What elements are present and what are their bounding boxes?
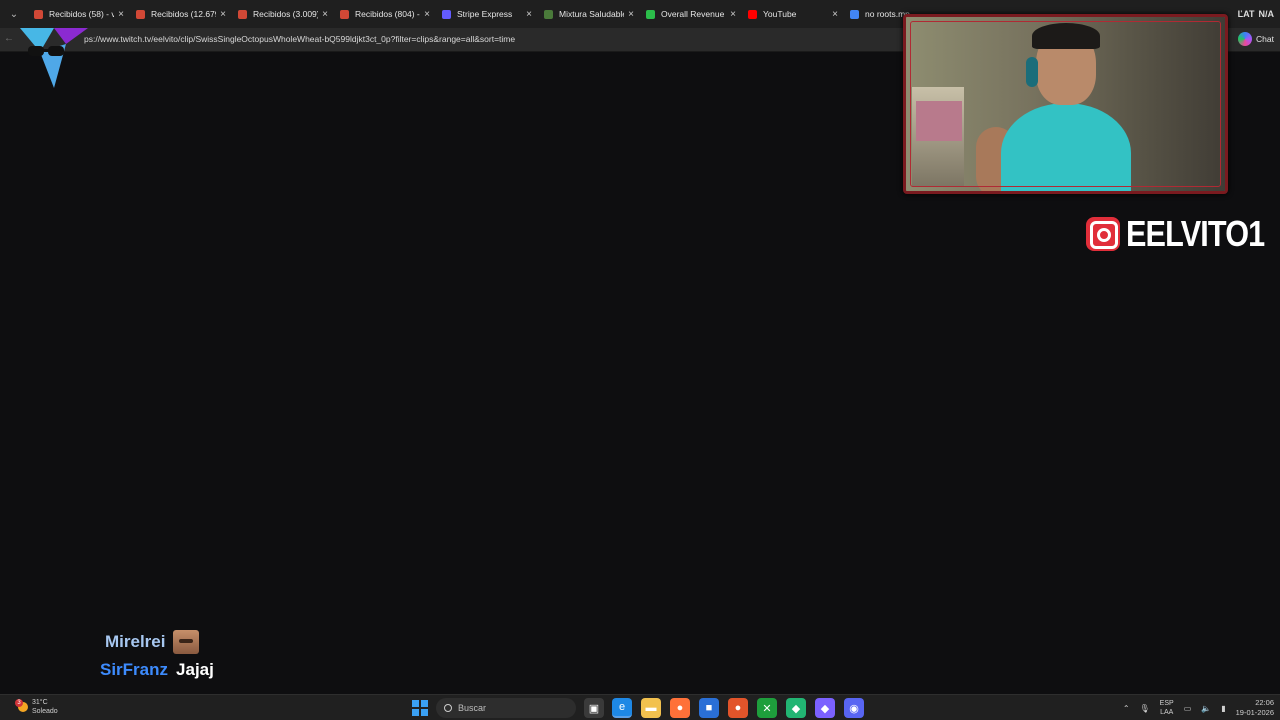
- webcam-poster: [916, 101, 962, 141]
- search-icon: [444, 704, 452, 712]
- pinned-apps: e ▬ ● ■ ● ✕ ◆ ◆ ◉: [612, 698, 864, 718]
- screen: ⌄ Recibidos (58) - vi × Recibidos (12.679 ×…: [0, 0, 1280, 720]
- extension-label-a[interactable]: ĽAT: [1238, 9, 1255, 19]
- chat-line: SirFranz Jajaj: [100, 656, 214, 684]
- browser-tab[interactable]: Mixtura Saludable ×: [538, 0, 640, 28]
- youtube-icon: [748, 9, 757, 19]
- taskbar-center: Buscar ▣ e ▬ ● ■ ● ✕ ◆ ◆ ◉: [412, 697, 864, 719]
- system-tray: ⌃ 🎙 ESP LAA ▭ 🔈 ▮ 22:06 19-01-2026: [1123, 697, 1274, 719]
- stream-chat-overlay: Mirelrei SirFranz Jajaj: [100, 628, 214, 684]
- language-code: ESP: [1159, 700, 1174, 707]
- close-tab-icon[interactable]: ×: [424, 9, 430, 20]
- battery-icon[interactable]: ▮: [1221, 704, 1225, 713]
- network-icon[interactable]: ▭: [1184, 704, 1192, 713]
- store-icon[interactable]: ■: [699, 698, 719, 718]
- copilot-icon: [1238, 32, 1253, 46]
- app-orange-icon[interactable]: ●: [728, 698, 748, 718]
- close-tab-icon[interactable]: ×: [220, 9, 226, 20]
- stripe-icon: [442, 9, 451, 19]
- clock-date: 19-01-2026: [1235, 708, 1274, 717]
- tab-title: Recibidos (58) - vi: [49, 9, 115, 19]
- webcam-overlay: [903, 14, 1228, 194]
- browser-tab[interactable]: Recibidos (12.679 ×: [130, 0, 232, 28]
- browser-tab[interactable]: Recibidos (3.009) ×: [232, 0, 334, 28]
- instagram-handle: EELVITO1: [1126, 213, 1265, 254]
- headset-icon: [1026, 57, 1038, 87]
- taskbar: 3 31°C Soleado Buscar ▣ e ▬ ● ■ ● ✕ ◆ ◆ ◉ ⌃ 🎙 ES…: [0, 694, 1280, 720]
- clock[interactable]: 22:06 19-01-2026: [1236, 698, 1274, 718]
- discord-icon[interactable]: ◉: [844, 698, 864, 718]
- chevron-up-icon[interactable]: ⌃: [1123, 704, 1130, 713]
- chat-emote-icon: [173, 630, 200, 654]
- chat-button-label: Chat: [1256, 34, 1274, 44]
- tab-title: YouTube: [763, 9, 797, 19]
- tab-title: Recibidos (804) -: [355, 9, 420, 19]
- volume-icon[interactable]: 🔈: [1201, 704, 1211, 713]
- edge-icon[interactable]: e: [612, 698, 632, 718]
- close-tab-icon[interactable]: ×: [322, 9, 328, 20]
- close-tab-icon[interactable]: ×: [730, 9, 736, 20]
- weather-widget[interactable]: 3 31°C Soleado: [15, 698, 58, 716]
- gmail-icon: [340, 9, 349, 19]
- chat-line: Mirelrei: [100, 628, 214, 656]
- tabbar-right: ĽAT N/A: [1238, 0, 1280, 28]
- microphone-icon[interactable]: 🎙: [1140, 704, 1150, 713]
- tabs: Recibidos (58) - vi × Recibidos (12.679 × Re…: [28, 0, 946, 28]
- gmail-icon: [238, 9, 247, 19]
- chat-message: Jajaj: [176, 660, 214, 679]
- copilot-chat-button[interactable]: Chat: [1238, 32, 1274, 46]
- instagram-icon: [1086, 217, 1120, 251]
- chat-username: Mirelrei: [105, 632, 166, 651]
- streamer-logo-icon: [20, 28, 88, 88]
- task-view-icon[interactable]: ▣: [584, 698, 604, 718]
- browser-tab[interactable]: Recibidos (804) - ×: [334, 0, 436, 28]
- tab-title: Stripe Express: [457, 9, 513, 19]
- tab-title: Recibidos (3.009): [253, 9, 319, 19]
- browser-tab[interactable]: Overall Revenue - ×: [640, 0, 742, 28]
- language-indicator[interactable]: ESP LAA: [1160, 699, 1174, 717]
- close-tab-icon[interactable]: ×: [118, 9, 124, 20]
- chat-username: SirFranz: [100, 660, 169, 679]
- browser-tab[interactable]: YouTube ×: [742, 0, 844, 28]
- drive-icon: [850, 9, 859, 19]
- close-tab-icon[interactable]: ×: [628, 9, 634, 20]
- sun-icon: 3: [15, 699, 28, 712]
- windows-start-icon[interactable]: [412, 700, 428, 716]
- app-green-icon[interactable]: ◆: [786, 698, 806, 718]
- close-tab-icon[interactable]: ×: [832, 9, 838, 20]
- sheets-icon: [646, 9, 655, 19]
- notification-badge: 3: [15, 699, 23, 707]
- tab-title: Recibidos (12.679: [151, 9, 217, 19]
- back-arrow-icon[interactable]: ←: [4, 33, 14, 44]
- tab-title: Overall Revenue -: [661, 9, 727, 19]
- tab-title: Mixtura Saludable: [559, 9, 625, 19]
- url-field[interactable]: ps://www.twitch.tv/eelvito/clip/SwissSin…: [84, 34, 515, 44]
- app-purple-icon[interactable]: ◆: [815, 698, 835, 718]
- gmail-icon: [34, 9, 43, 19]
- close-tab-icon[interactable]: ×: [526, 9, 532, 20]
- webcam-streamer-body: [1001, 103, 1131, 191]
- xbox-icon[interactable]: ✕: [757, 698, 777, 718]
- shop-icon: [544, 9, 553, 19]
- search-placeholder: Buscar: [458, 703, 487, 713]
- taskbar-search[interactable]: Buscar: [436, 698, 576, 718]
- firefox-icon[interactable]: ●: [670, 698, 690, 718]
- keyboard-layout: LAA: [1160, 709, 1174, 716]
- gmail-icon: [136, 9, 145, 19]
- file-explorer-icon[interactable]: ▬: [641, 698, 661, 718]
- weather-description: Soleado: [32, 708, 58, 715]
- weather-temperature: 31°C: [32, 699, 48, 706]
- webcam-streamer-hair: [1032, 23, 1100, 49]
- extension-label-b[interactable]: N/A: [1259, 9, 1275, 19]
- instagram-handle-overlay: EELVITO1: [1086, 213, 1280, 255]
- browser-tab[interactable]: Stripe Express ×: [436, 0, 538, 28]
- clock-time: 22:06: [1255, 698, 1274, 707]
